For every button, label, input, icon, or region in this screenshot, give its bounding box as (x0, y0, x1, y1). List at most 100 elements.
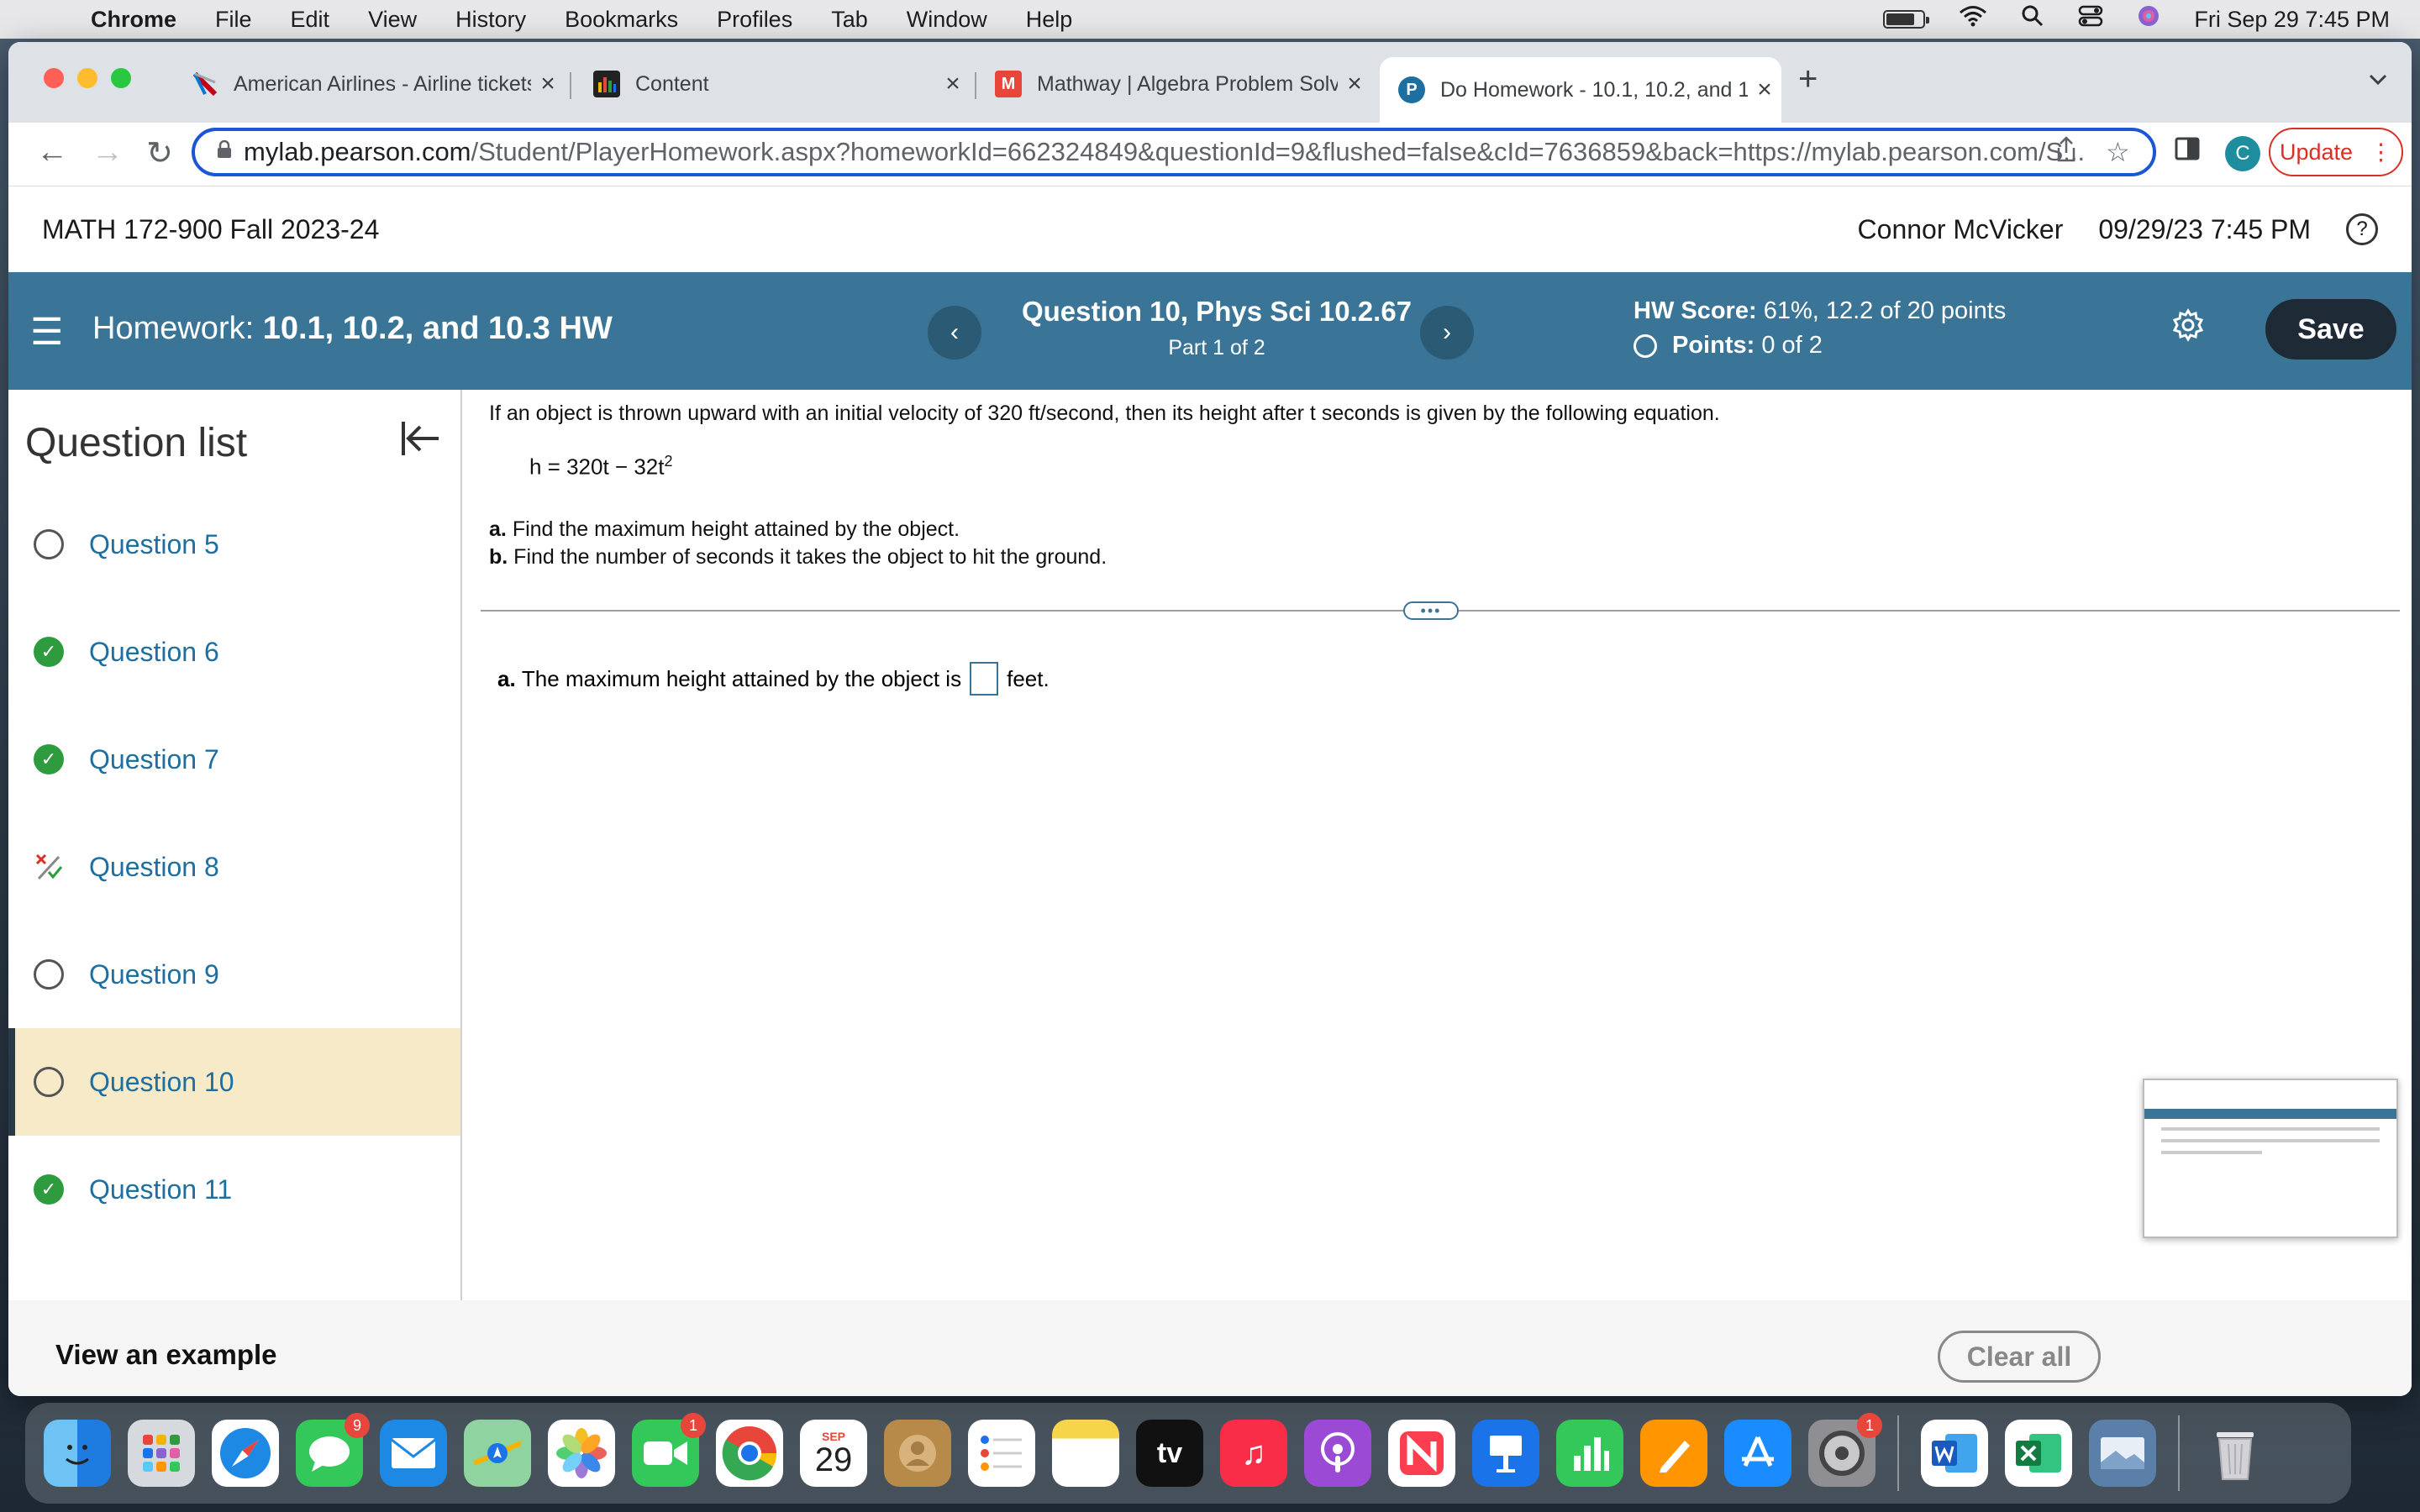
close-tab-icon[interactable]: × (531, 70, 565, 98)
hw-score: HW Score: 61%, 12.2 of 20 points Points:… (1634, 297, 2006, 360)
menu-edit[interactable]: Edit (291, 7, 330, 33)
answer-suffix: feet. (1007, 665, 1050, 691)
siri-icon[interactable] (2137, 4, 2160, 34)
profile-avatar[interactable]: C (2225, 136, 2260, 171)
lock-icon[interactable] (217, 139, 232, 165)
max-height-answer-input[interactable] (970, 662, 999, 696)
launchpad-icon[interactable] (128, 1420, 195, 1487)
save-button[interactable]: Save (2265, 299, 2396, 360)
pages-icon[interactable] (1640, 1420, 1707, 1487)
system-settings-icon[interactable]: 1 (1808, 1413, 1882, 1487)
safari-icon[interactable] (212, 1420, 279, 1487)
photos-icon[interactable] (548, 1420, 615, 1487)
keynote-icon[interactable] (1472, 1420, 1539, 1487)
bookmark-star-icon[interactable]: ☆ (2106, 136, 2130, 168)
clear-all-button[interactable]: Clear all (1938, 1331, 2101, 1383)
menu-help[interactable]: Help (1026, 7, 1073, 33)
reload-icon[interactable]: ↻ (139, 134, 180, 172)
collapse-sidebar-icon[interactable] (400, 420, 440, 467)
part-a-text: Find the maximum height attained by the … (512, 517, 960, 541)
next-question-button[interactable]: › (1420, 306, 1474, 360)
previous-question-button[interactable]: ‹ (928, 306, 981, 360)
problem-text: If an object is thrown upward with an in… (489, 402, 1720, 425)
view-example-link[interactable]: View an example (55, 1339, 277, 1371)
window-controls (44, 68, 131, 88)
share-icon[interactable] (2055, 136, 2077, 170)
menu-view[interactable]: View (368, 7, 417, 33)
menu-window[interactable]: Window (907, 7, 987, 33)
side-panel-icon[interactable] (2175, 136, 2200, 168)
spotlight-search-icon[interactable] (2021, 4, 2044, 34)
mail-icon[interactable] (380, 1420, 447, 1487)
menu-profiles[interactable]: Profiles (717, 7, 792, 33)
minimize-window-button[interactable] (77, 68, 97, 88)
points-label: Points: (1672, 332, 1755, 359)
question-list-title: Question list (25, 421, 248, 465)
question-list-item[interactable]: Question 5 (8, 491, 460, 598)
reminders-icon[interactable] (968, 1420, 1035, 1487)
screenshot-thumbnail-preview[interactable] (2143, 1079, 2398, 1238)
address-bar[interactable]: mylab.pearson.com /Student/PlayerHomewor… (192, 128, 2156, 176)
tab-search-chevron-icon[interactable] (2368, 66, 2388, 92)
menu-chrome[interactable]: Chrome (91, 7, 176, 33)
numbers-icon[interactable] (1556, 1420, 1623, 1487)
apple-tv-icon[interactable]: tv (1136, 1420, 1203, 1487)
news-icon[interactable] (1388, 1420, 1455, 1487)
forward-arrow-icon[interactable]: → (87, 134, 128, 171)
settings-gear-icon[interactable] (2171, 306, 2205, 351)
menu-bookmarks[interactable]: Bookmarks (565, 7, 678, 33)
question-footer: View an example Clear all (8, 1300, 2412, 1396)
close-window-button[interactable] (44, 68, 64, 88)
notes-icon[interactable] (1052, 1420, 1119, 1487)
app-store-icon[interactable] (1724, 1420, 1791, 1487)
tab-do-homework[interactable]: P Do Homework - 10.1, 10.2, and 10.3 HW … (1380, 57, 1781, 123)
close-tab-icon[interactable]: × (1748, 76, 1781, 104)
question-list-item[interactable]: ✓ Question 6 (8, 598, 460, 706)
trash-icon[interactable] (2202, 1420, 2269, 1487)
tab-strip: American Airlines - Airline tickets × Co… (8, 42, 2412, 123)
help-question-icon[interactable]: ? (2346, 213, 2378, 245)
thumbnail-line (2161, 1127, 2380, 1131)
tab-american-airlines[interactable]: American Airlines - Airline tickets × (173, 57, 565, 111)
question-list-item-current[interactable]: Question 10 (8, 1028, 460, 1136)
microsoft-excel-icon[interactable] (2005, 1420, 2072, 1487)
control-center-icon[interactable] (2078, 4, 2103, 34)
facetime-icon[interactable]: 1 (632, 1413, 706, 1487)
menu-tab[interactable]: Tab (831, 7, 868, 33)
wifi-icon[interactable] (1959, 5, 1987, 34)
menu-history[interactable]: History (455, 7, 526, 33)
tab-content[interactable]: Content × (575, 57, 970, 111)
kebab-menu-icon[interactable]: ⋮ (2370, 139, 2392, 165)
google-chrome-icon[interactable] (716, 1420, 783, 1487)
tab-mathway[interactable]: M Mathway | Algebra Problem Solver × (976, 57, 1371, 111)
chrome-window: American Airlines - Airline tickets × Co… (8, 42, 2412, 1396)
contacts-icon[interactable] (884, 1420, 951, 1487)
question-list-item[interactable]: Question 9 (8, 921, 460, 1028)
question-list-item[interactable]: ✓ Question 7 (8, 706, 460, 813)
calendar-day: 29 (814, 1441, 853, 1478)
new-tab-plus-icon[interactable]: + (1798, 60, 1818, 98)
podcasts-icon[interactable] (1304, 1420, 1371, 1487)
back-arrow-icon[interactable]: ← (32, 134, 72, 171)
menu-bar-clock[interactable]: Fri Sep 29 7:45 PM (2194, 7, 2390, 33)
maximize-window-button[interactable] (111, 68, 131, 88)
score-label: HW Score: (1634, 297, 1757, 324)
hamburger-menu-icon[interactable]: ☰ (30, 311, 63, 354)
update-button[interactable]: Update ⋮ (2269, 128, 2403, 176)
battery-icon[interactable] (1883, 10, 1930, 29)
question-list-item[interactable]: ✓ Question 11 (8, 1136, 460, 1243)
messages-icon[interactable]: 9 (296, 1413, 370, 1487)
question-label: Question 7 (89, 743, 219, 774)
music-icon[interactable]: ♫ (1220, 1420, 1287, 1487)
question-list-item[interactable]: Question 8 (8, 813, 460, 921)
maps-icon[interactable] (464, 1420, 531, 1487)
preview-icon[interactable] (2089, 1420, 2156, 1487)
close-tab-icon[interactable]: × (936, 70, 970, 98)
facetime-badge: 1 (681, 1413, 706, 1438)
close-tab-icon[interactable]: × (1338, 70, 1371, 98)
finder-icon[interactable] (44, 1420, 111, 1487)
calendar-icon[interactable]: SEP 29 (800, 1420, 867, 1487)
divider-drag-handle[interactable]: ••• (1403, 601, 1459, 620)
menu-file[interactable]: File (215, 7, 252, 33)
microsoft-word-icon[interactable] (1921, 1420, 1988, 1487)
